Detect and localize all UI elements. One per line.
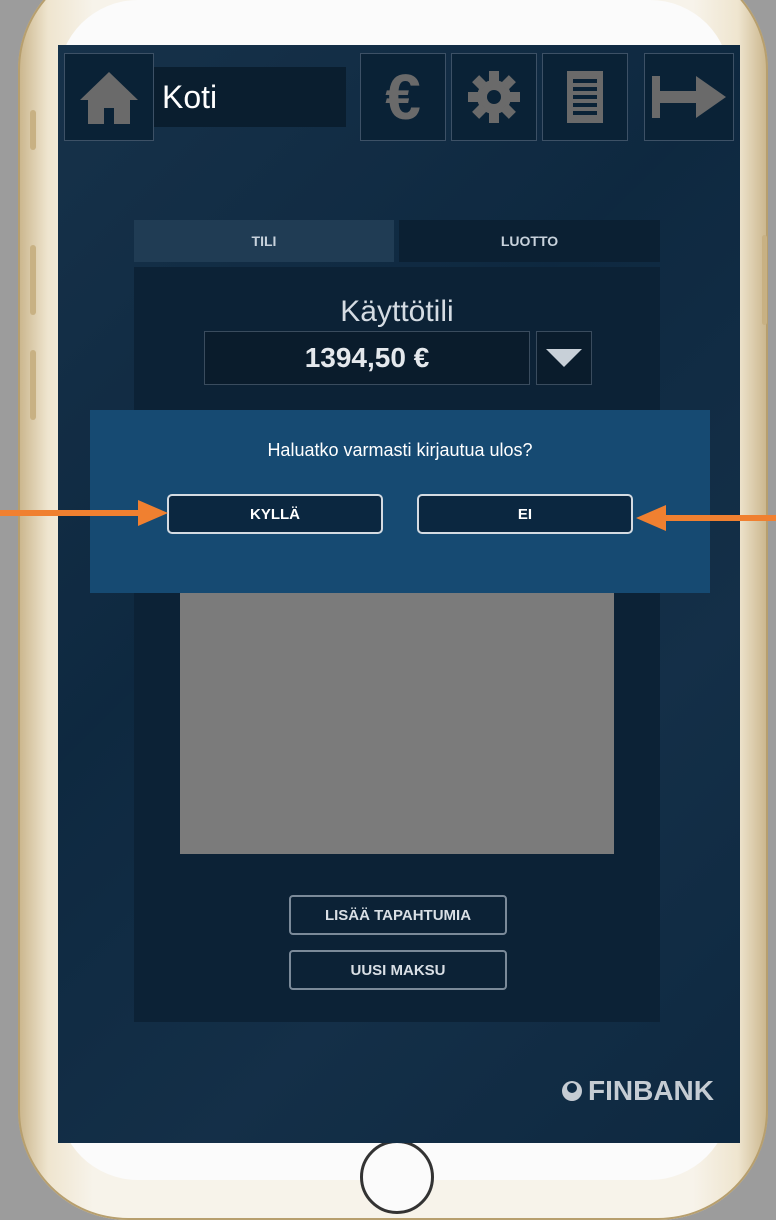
confirm-no-button[interactable]: EI [417,494,633,534]
app-screen: Koti € TILI LUOTTO Käyttötili 1394,50 € … [58,45,740,1143]
logout-icon [652,76,726,118]
page-title: Koti [162,79,218,115]
new-payment-button[interactable]: UUSI MAKSU [289,950,507,990]
settings-button[interactable] [451,53,537,141]
volume-down-button [30,350,36,420]
account-balance: 1394,50 € [204,331,530,385]
gear-icon [468,71,520,123]
logout-dialog: Haluatko varmasti kirjautua ulos? KYLLÄ … [90,410,710,593]
confirm-yes-button[interactable]: KYLLÄ [167,494,383,534]
mute-switch [30,110,36,150]
tab-tili[interactable]: TILI [134,220,394,262]
home-hardware-button[interactable] [360,1140,434,1214]
brand-name: FINBANK [588,1075,714,1106]
account-name: Käyttötili [340,295,454,328]
account-card: Käyttötili 1394,50 € LISÄÄ TAPAHTUMIA UU… [134,267,660,1022]
document-icon [567,71,603,123]
finbank-logo: FINBANK [560,1075,714,1107]
top-bar: Koti € [58,45,740,145]
power-button [762,235,767,325]
logout-button[interactable] [644,53,734,141]
finbank-logo-icon [562,1081,582,1101]
volume-up-button [30,245,36,315]
more-transactions-button[interactable]: LISÄÄ TAPAHTUMIA [289,895,507,935]
arrow-right-annotation [0,500,168,526]
tab-luotto[interactable]: LUOTTO [399,220,660,262]
transactions-list [180,590,614,854]
account-tabs: TILI LUOTTO [134,220,660,262]
statement-button[interactable] [542,53,628,141]
home-icon [80,72,138,124]
home-button[interactable] [64,53,154,141]
chevron-down-icon [546,349,582,367]
euro-button[interactable]: € [360,53,446,141]
euro-icon: € [385,61,421,133]
account-dropdown-button[interactable] [536,331,592,385]
arrow-left-annotation [636,505,776,531]
dialog-question: Haluatko varmasti kirjautua ulos? [267,440,533,460]
